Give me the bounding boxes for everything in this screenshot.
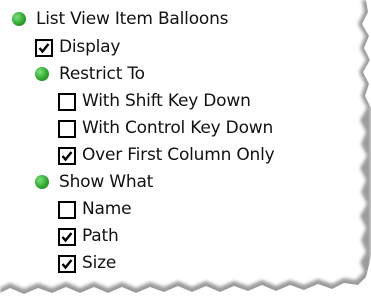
section-label: Show What [59,172,154,192]
display-checkbox[interactable] [35,39,53,57]
option-label: Path [82,226,119,246]
option-label: Size [82,253,117,273]
checkmark-icon [61,151,73,162]
option-label: Name [82,199,132,219]
green-bullet-icon [35,175,49,189]
option-label: Display [59,37,121,57]
green-bullet-icon [12,12,26,26]
size-checkbox[interactable] [58,255,76,273]
section-label: Restrict To [59,64,145,84]
option-label: With Control Key Down [82,118,274,138]
checkmark-icon [61,259,73,270]
options-panel: List View Item Balloons Display Restrict… [0,0,371,308]
first-column-checkbox[interactable] [58,147,76,165]
control-key-checkbox[interactable] [58,120,76,138]
checkmark-icon [61,232,73,243]
option-label: With Shift Key Down [82,91,251,111]
section-label: List View Item Balloons [36,9,229,29]
path-checkbox[interactable] [58,228,76,246]
checkmark-icon [38,43,50,54]
shift-key-checkbox[interactable] [58,93,76,111]
option-label: Over First Column Only [82,145,275,165]
name-checkbox[interactable] [58,201,76,219]
green-bullet-icon [35,67,49,81]
